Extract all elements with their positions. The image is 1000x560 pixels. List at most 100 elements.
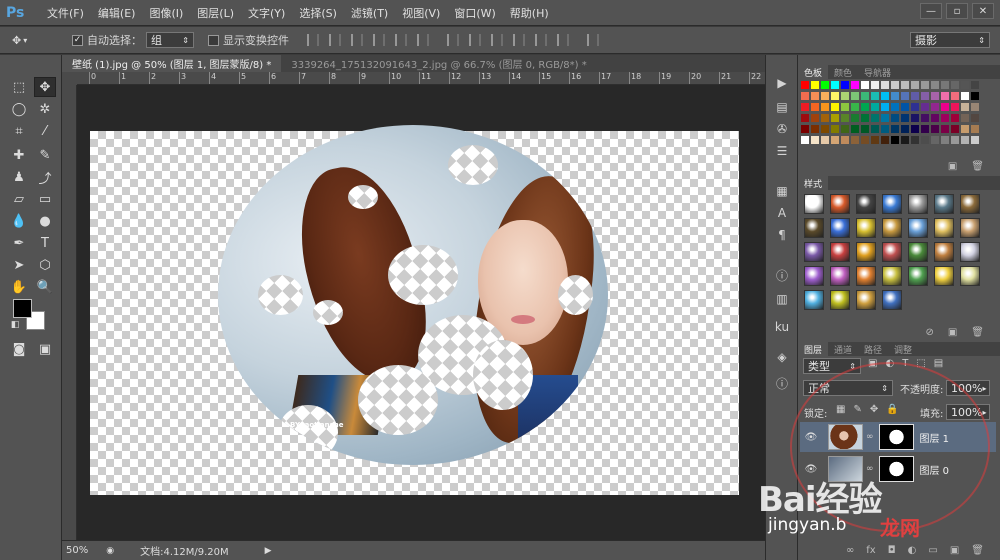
color-swatch[interactable] [801,81,809,89]
menu-select[interactable]: 选择(S) [292,5,344,21]
menu-window[interactable]: 窗口(W) [447,5,502,21]
color-swatch[interactable] [971,81,979,89]
color-swatch[interactable] [901,81,909,89]
color-swatch[interactable] [851,125,859,133]
crop-tool-icon[interactable]: ⌗ [8,121,30,141]
auto-select-target-dropdown[interactable]: 组 ⇕ [146,32,194,48]
kuler-icon[interactable]: ku [774,319,790,335]
color-swatch[interactable] [961,92,969,100]
color-swatch[interactable] [821,136,829,144]
color-swatch[interactable] [811,81,819,89]
color-swatch[interactable] [931,136,939,144]
fx-icon[interactable]: fx [866,545,875,556]
history-icon[interactable]: ▤ [774,99,790,115]
move-tool-icon[interactable]: ✥ [34,77,56,97]
color-swatch[interactable] [961,125,969,133]
style-preset[interactable] [882,290,902,310]
measurement-icon[interactable]: ⓘ [774,375,790,391]
color-swatch[interactable] [931,92,939,100]
color-swatch[interactable] [871,81,879,89]
color-swatch[interactable] [881,103,889,111]
color-swatch[interactable] [841,92,849,100]
style-preset[interactable] [830,266,850,286]
zoom-level[interactable]: 50% [66,545,88,556]
color-swatch[interactable] [921,92,929,100]
color-swatch[interactable] [831,103,839,111]
path-selection-tool-icon[interactable]: ➤ [8,255,30,275]
color-swatch[interactable] [941,81,949,89]
color-swatch[interactable] [931,81,939,89]
color-swatch[interactable] [811,92,819,100]
color-swatch[interactable] [871,136,879,144]
auto-select-checkbox[interactable]: ✓ [72,34,83,46]
color-swatch[interactable] [901,136,909,144]
style-preset[interactable] [856,266,876,286]
color-swatch[interactable] [831,81,839,89]
style-preset[interactable] [908,218,928,238]
color-swatch[interactable] [851,92,859,100]
distribute-hcenter-icon[interactable] [535,34,547,46]
tab-paths[interactable]: 路径 [858,342,888,356]
show-transform-checkbox[interactable] [208,34,219,46]
add-mask-icon[interactable]: ◘ [888,545,896,556]
style-preset[interactable] [882,218,902,238]
color-swatch[interactable] [891,125,899,133]
menu-type[interactable]: 文字(Y) [241,5,292,21]
color-swatch[interactable] [861,114,869,122]
color-swatch[interactable] [911,92,919,100]
color-swatch[interactable] [951,125,959,133]
color-swatch[interactable] [921,81,929,89]
document-canvas[interactable]: jpic.com BY: aotianshe [90,125,739,495]
style-preset[interactable] [960,218,980,238]
pen-tool-icon[interactable]: ✒ [8,233,30,253]
color-swatch[interactable] [921,136,929,144]
marquee-tool-icon[interactable]: ⬚ [8,77,30,97]
eraser-tool-icon[interactable]: ▱ [8,189,30,209]
play-action-icon[interactable]: ▶ [774,75,790,91]
style-preset[interactable] [856,290,876,310]
tool-preset-picker[interactable]: ✥ ▾ [12,30,58,50]
healing-brush-tool-icon[interactable]: ✚ [8,145,30,165]
properties-icon[interactable]: ▦ [774,183,790,199]
style-preset[interactable] [804,194,824,214]
menu-file[interactable]: 文件(F) [40,5,91,21]
trash-icon[interactable]: 🗑 [971,545,984,556]
color-swatch[interactable] [881,114,889,122]
color-swatch[interactable] [931,125,939,133]
new-style-icon[interactable]: ▣ [948,327,957,338]
color-swatch[interactable] [841,114,849,122]
color-swatch[interactable] [871,125,879,133]
color-swatch[interactable] [891,81,899,89]
tab-styles[interactable]: 样式 [798,176,829,190]
clear-style-icon[interactable]: ⊘ [925,327,933,338]
color-swatch[interactable] [961,136,969,144]
style-preset[interactable] [882,266,902,286]
color-swatch[interactable] [911,81,919,89]
color-swatch[interactable] [961,114,969,122]
style-preset[interactable] [830,242,850,262]
style-preset[interactable] [804,242,824,262]
color-swatch[interactable] [971,114,979,122]
color-swatch[interactable] [891,114,899,122]
tab-adjustments[interactable]: 调整 [888,342,918,356]
color-swatch[interactable] [901,103,909,111]
color-swatch[interactable] [841,103,849,111]
auto-select-option[interactable]: ✓ 自动选择： 组 ⇕ [72,32,194,48]
style-preset[interactable] [856,218,876,238]
color-swatch[interactable] [951,92,959,100]
type-tool-icon[interactable]: T [34,233,56,253]
adjustment-layer-icon[interactable]: ◐ [908,545,917,556]
color-swatch[interactable] [801,125,809,133]
color-swatch[interactable] [901,114,909,122]
style-preset[interactable] [856,194,876,214]
align-vcenter-icon[interactable] [329,34,341,46]
menu-image[interactable]: 图像(I) [142,5,190,21]
brush-tool-icon[interactable]: ✎ [34,145,56,165]
color-swatch[interactable] [911,114,919,122]
color-swatch[interactable] [881,136,889,144]
distribute-vcenter-icon[interactable] [469,34,481,46]
align-top-icon[interactable] [307,34,319,46]
color-swatch[interactable] [821,114,829,122]
align-left-icon[interactable] [373,34,385,46]
history-brush-tool-icon[interactable]: ⤴ [34,167,56,187]
